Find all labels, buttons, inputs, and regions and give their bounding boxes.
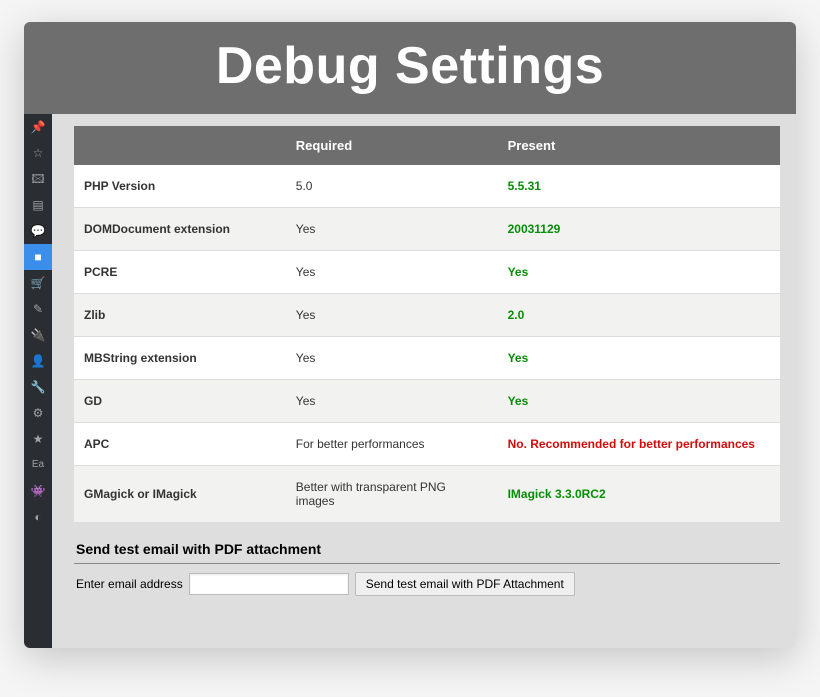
sidebar-item-cart[interactable]: 🛒 (24, 270, 52, 296)
content-area: 📌 ☆ 🖾 ▤ 💬 ■ 🛒 ✎ 🔌 👤 🔧 ⚙ ★ Ea 👾 ◐ Requir (24, 114, 796, 648)
woo-icon: ■ (34, 251, 41, 263)
email-input[interactable] (189, 573, 349, 595)
collapse-icon: ◐ (34, 511, 41, 523)
comment-icon: 💬 (31, 225, 46, 237)
requirement-name: GMagick or IMagick (74, 466, 286, 523)
requirement-required: Yes (286, 380, 498, 423)
sidebar-item-ea[interactable]: Ea (24, 452, 52, 478)
table-row: PCREYesYes (74, 251, 780, 294)
table-row: ZlibYes2.0 (74, 294, 780, 337)
user-icon: 👤 (31, 355, 46, 367)
requirement-present: 2.0 (498, 294, 780, 337)
table-row: GDYesYes (74, 380, 780, 423)
requirement-present: 20031129 (498, 208, 780, 251)
requirement-present: IMagick 3.3.0RC2 (498, 466, 780, 523)
send-test-email-button[interactable]: Send test email with PDF Attachment (355, 572, 575, 596)
table-row: MBString extensionYesYes (74, 337, 780, 380)
table-header-required: Required (286, 126, 498, 165)
sidebar-item-woo[interactable]: ■ (24, 244, 52, 270)
requirement-name: APC (74, 423, 286, 466)
app-window: Debug Settings 📌 ☆ 🖾 ▤ 💬 ■ 🛒 ✎ 🔌 👤 🔧 ⚙ ★… (24, 22, 796, 648)
sidebar-item-settings[interactable]: ⚙ (24, 400, 52, 426)
email-label: Enter email address (76, 577, 183, 591)
requirements-table: Required Present PHP Version5.05.5.31DOM… (74, 126, 780, 523)
requirement-name: Zlib (74, 294, 286, 337)
sidebar-item-star[interactable]: ☆ (24, 140, 52, 166)
email-form-row: Enter email address Send test email with… (74, 564, 780, 604)
requirement-present: Yes (498, 380, 780, 423)
requirement-required: Yes (286, 294, 498, 337)
requirement-name: MBString extension (74, 337, 286, 380)
ea-icon: Ea (32, 460, 44, 470)
requirement-required: 5.0 (286, 165, 498, 208)
page-title: Debug Settings (24, 22, 796, 114)
requirement-name: DOMDocument extension (74, 208, 286, 251)
table-row: GMagick or IMagickBetter with transparen… (74, 466, 780, 523)
sidebar-item-star2[interactable]: ★ (24, 426, 52, 452)
requirement-required: Yes (286, 337, 498, 380)
requirement-name: PCRE (74, 251, 286, 294)
requirement-required: Yes (286, 251, 498, 294)
sidebar-item-tools[interactable]: 🔧 (24, 374, 52, 400)
requirement-present: No. Recommended for better performances (498, 423, 780, 466)
table-row: DOMDocument extensionYes20031129 (74, 208, 780, 251)
requirement-present: Yes (498, 251, 780, 294)
admin-sidebar: 📌 ☆ 🖾 ▤ 💬 ■ 🛒 ✎ 🔌 👤 🔧 ⚙ ★ Ea 👾 ◐ (24, 114, 52, 648)
sidebar-item-plug[interactable]: 🔌 (24, 322, 52, 348)
requirement-name: GD (74, 380, 286, 423)
pin-icon: 📌 (31, 121, 46, 133)
sidebar-item-comments[interactable]: 💬 (24, 218, 52, 244)
sidebar-item-users[interactable]: 👤 (24, 348, 52, 374)
sidebar-item-collapse[interactable]: ◐ (24, 504, 52, 530)
sidebar-item-eyedrop[interactable]: ✎ (24, 296, 52, 322)
sidebar-item-media[interactable]: 🖾 (24, 166, 52, 192)
table-row: APCFor better performancesNo. Recommende… (74, 423, 780, 466)
monster-icon: 👾 (31, 485, 46, 497)
requirement-required: Better with transparent PNG images (286, 466, 498, 523)
pages-icon: ▤ (32, 199, 43, 211)
sidebar-item-pages[interactable]: ▤ (24, 192, 52, 218)
requirement-name: PHP Version (74, 165, 286, 208)
email-section-heading: Send test email with PDF attachment (74, 531, 780, 564)
table-header-name (74, 126, 286, 165)
requirement-required: Yes (286, 208, 498, 251)
wrench-icon: 🔧 (31, 381, 46, 393)
sliders-icon: ⚙ (33, 407, 44, 419)
eyedropper-icon: ✎ (33, 303, 43, 315)
sidebar-item-monster[interactable]: 👾 (24, 478, 52, 504)
star-icon: ☆ (33, 147, 44, 159)
cart-icon: 🛒 (31, 277, 46, 289)
media-icon: 🖾 (31, 173, 44, 185)
plugin-icon: 🔌 (31, 329, 46, 341)
sidebar-item-pin[interactable]: 📌 (24, 114, 52, 140)
table-row: PHP Version5.05.5.31 (74, 165, 780, 208)
table-header-present: Present (498, 126, 780, 165)
requirement-present: Yes (498, 337, 780, 380)
requirement-present: 5.5.31 (498, 165, 780, 208)
star-filled-icon: ★ (33, 433, 44, 445)
requirement-required: For better performances (286, 423, 498, 466)
main-panel: Required Present PHP Version5.05.5.31DOM… (52, 114, 796, 648)
